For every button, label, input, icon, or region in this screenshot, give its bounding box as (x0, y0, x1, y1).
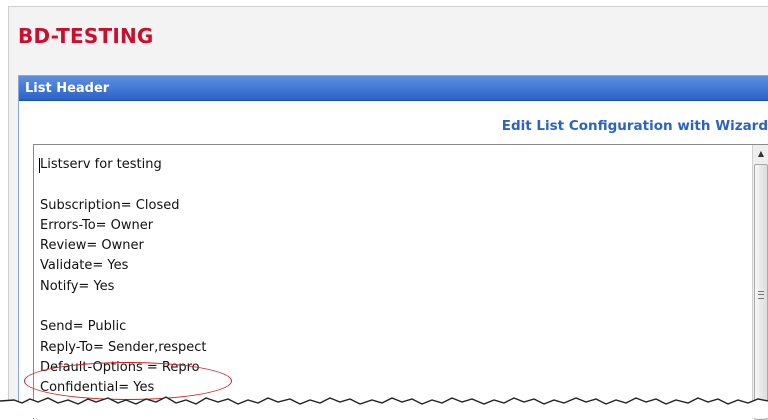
panel-header-bar: List Header (19, 76, 768, 101)
text-line: Review= Owner (40, 238, 144, 254)
scrollbar-thumb[interactable] (754, 164, 768, 420)
text-line: Reply-To= Sender,respect (40, 339, 207, 355)
textarea-lines: Listserv for testing Subscription= Close… (40, 155, 207, 399)
text-line: Listserv for testing (40, 157, 162, 172)
text-line: Subscription= Closed (40, 197, 180, 213)
text-line: Validate= Yes (40, 258, 129, 274)
text-line: Errors-To= Owner (40, 217, 154, 233)
edit-config-wizard-link[interactable]: Edit List Configuration with Wizard (502, 118, 768, 134)
arrow-up-icon[interactable]: ▲ (753, 145, 768, 162)
vertical-scrollbar[interactable]: ▲ (752, 145, 768, 420)
grip-icon (758, 291, 764, 299)
page-title: BD-TESTING (18, 24, 154, 48)
text-line: Notify= Yes (40, 278, 115, 294)
text-line (40, 175, 207, 195)
panel-header-title: List Header (25, 81, 110, 96)
text-line (40, 297, 207, 317)
list-header-textarea[interactable]: Listserv for testing Subscription= Close… (33, 144, 768, 420)
text-line: Send= Public (40, 319, 127, 335)
list-header-panel: List Header Edit List Configuration with… (18, 75, 768, 420)
text-line: Default-Options = Repro (40, 359, 200, 375)
torn-edge (0, 396, 768, 418)
